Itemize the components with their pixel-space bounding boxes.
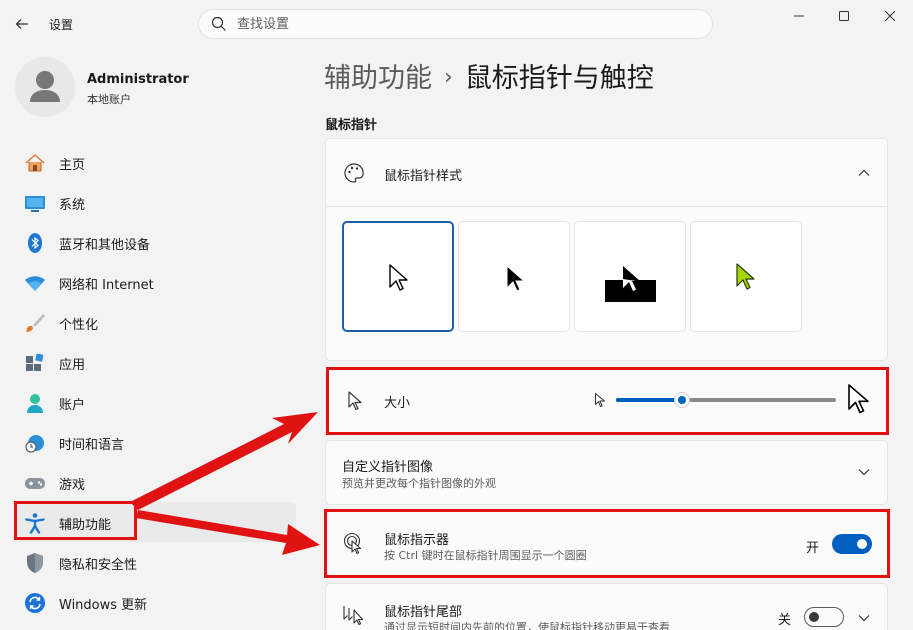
search-input[interactable] xyxy=(237,14,697,34)
palette-icon xyxy=(344,163,364,183)
chevron-down-icon[interactable] xyxy=(857,611,871,625)
sidebar-item-label: 蓝牙和其他设备 xyxy=(59,238,151,253)
close-icon xyxy=(885,11,895,21)
maximize-button[interactable] xyxy=(821,0,867,32)
brush-icon xyxy=(26,314,45,332)
chevron-up-icon[interactable] xyxy=(857,166,871,180)
app-title: 设置 xyxy=(49,18,74,32)
sidebar-item-label: 账户 xyxy=(59,398,86,413)
page-title: 鼠标指针与触控 xyxy=(464,63,654,94)
profile-name: Administrator xyxy=(87,72,189,87)
sidebar-item-time-language[interactable]: 时间和语言 xyxy=(14,422,296,462)
slider-thumb[interactable] xyxy=(674,392,690,408)
update-icon xyxy=(25,593,45,613)
sidebar-item-label: 主页 xyxy=(59,158,86,173)
sidebar-item-label: 系统 xyxy=(59,198,86,213)
account-icon xyxy=(27,394,43,413)
mouse-indicator-title: 鼠标指示器 xyxy=(384,533,450,548)
inverted-pointer-icon xyxy=(623,266,640,291)
sidebar-item-label: 时间和语言 xyxy=(59,438,125,453)
pointer-trail-icon xyxy=(343,606,364,626)
large-pointer-icon xyxy=(848,384,869,414)
sidebar-item-label: 隐私和安全性 xyxy=(59,558,138,573)
breadcrumb: 辅助功能 › 鼠标指针与触控 xyxy=(324,56,654,95)
pointer-style-inverted-tile[interactable] xyxy=(574,221,686,332)
sidebar-item-privacy[interactable]: 隐私和安全性 xyxy=(14,542,296,582)
user-icon xyxy=(30,71,60,102)
pointer-trail-description: 通过显示短时间内先前的位置，使鼠标指针移动更易于查看 xyxy=(384,621,670,630)
pointer-size-title: 大小 xyxy=(384,396,411,411)
close-button[interactable] xyxy=(867,0,913,32)
pointer-size-slider[interactable] xyxy=(616,398,836,402)
search-icon xyxy=(211,16,226,31)
search-box[interactable] xyxy=(198,9,713,39)
sidebar-item-windows-update[interactable]: Windows 更新 xyxy=(14,582,296,622)
sidebar-item-label: 游戏 xyxy=(59,478,86,493)
back-arrow-icon xyxy=(15,19,28,29)
title-bar: 设置 xyxy=(0,0,913,48)
custom-pointer-image-description: 预览并更改每个指针图像的外观 xyxy=(342,477,496,490)
system-icon xyxy=(25,196,45,212)
bluetooth-icon xyxy=(28,233,42,253)
sidebar-item-label: 网络和 Internet xyxy=(59,278,154,293)
sidebar-item-network[interactable]: 网络和 Internet xyxy=(14,262,296,302)
breadcrumb-separator: › xyxy=(444,65,453,90)
avatar[interactable] xyxy=(15,57,75,117)
back-button[interactable] xyxy=(8,10,36,38)
breadcrumb-parent-link[interactable]: 辅助功能 xyxy=(324,63,432,94)
clock-globe-icon xyxy=(25,435,44,453)
profile-account-type: 本地账户 xyxy=(87,93,131,106)
slider-fill xyxy=(616,398,682,402)
mouse-indicator-state-label: 开 xyxy=(806,541,820,556)
wifi-icon xyxy=(25,276,45,291)
pointer-style-custom-tile[interactable] xyxy=(690,221,802,332)
minimize-icon xyxy=(794,15,804,17)
custom-color-pointer-icon xyxy=(736,263,755,290)
mouse-indicator-icon xyxy=(343,532,362,555)
white-pointer-icon xyxy=(389,264,408,291)
maximize-icon xyxy=(839,11,849,21)
shield-icon xyxy=(27,553,43,573)
pointer-size-icon xyxy=(348,391,362,411)
sidebar-nav: 主页 系统 蓝牙和其他设备 网络和 Internet 个性化 应用 账户 时间和… xyxy=(14,142,296,622)
apps-icon xyxy=(26,353,44,371)
chevron-down-icon[interactable] xyxy=(857,465,871,479)
sidebar-item-accounts[interactable]: 账户 xyxy=(14,382,296,422)
sidebar-item-home[interactable]: 主页 xyxy=(14,142,296,182)
sidebar-item-label: 个性化 xyxy=(59,318,99,333)
gamepad-icon xyxy=(25,478,45,489)
accessibility-icon xyxy=(25,513,45,534)
mouse-indicator-description: 按 Ctrl 键时在鼠标指针周围显示一个圆圈 xyxy=(384,549,587,562)
sidebar-item-accessibility[interactable]: 辅助功能 xyxy=(14,502,296,542)
home-icon xyxy=(25,153,45,172)
sidebar-item-label: 应用 xyxy=(59,358,86,373)
sidebar-item-personalization[interactable]: 个性化 xyxy=(14,302,296,342)
sidebar-item-apps[interactable]: 应用 xyxy=(14,342,296,382)
sidebar-item-label: 辅助功能 xyxy=(59,518,112,533)
minimize-button[interactable] xyxy=(776,0,822,32)
black-pointer-icon xyxy=(506,264,526,292)
pointer-style-black-tile[interactable] xyxy=(458,221,570,332)
pointer-style-title: 鼠标指针样式 xyxy=(384,169,463,184)
mouse-indicator-toggle[interactable] xyxy=(832,534,872,554)
small-pointer-icon xyxy=(595,393,605,407)
pointer-trail-toggle[interactable] xyxy=(804,607,844,627)
sidebar-item-gaming[interactable]: 游戏 xyxy=(14,462,296,502)
pointer-trail-title: 鼠标指针尾部 xyxy=(384,605,463,620)
sidebar-item-system[interactable]: 系统 xyxy=(14,182,296,222)
pointer-trail-state-label: 关 xyxy=(778,613,792,628)
custom-pointer-image-title: 自定义指针图像 xyxy=(342,460,434,475)
sidebar-item-label: Windows 更新 xyxy=(59,598,148,613)
pointer-style-white-tile[interactable] xyxy=(342,221,454,332)
sidebar-item-bluetooth[interactable]: 蓝牙和其他设备 xyxy=(14,222,296,262)
section-heading: 鼠标指针 xyxy=(325,118,378,133)
